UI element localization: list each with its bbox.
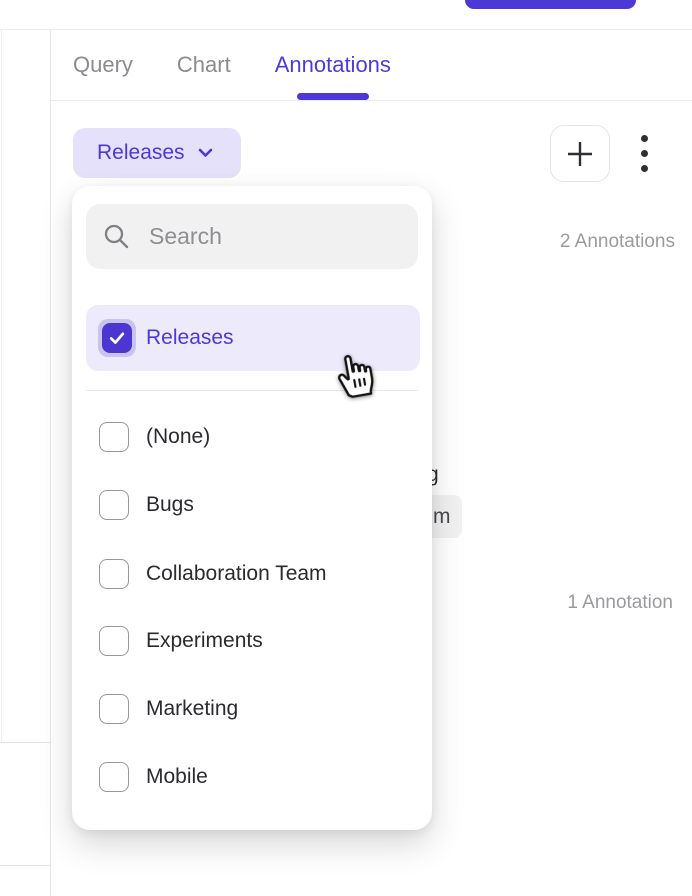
option-row-bugs[interactable]: Bugs — [86, 471, 420, 539]
checkbox-unchecked[interactable] — [99, 490, 129, 520]
option-row-releases-selected[interactable]: Releases — [86, 305, 420, 371]
checkbox-checked[interactable] — [102, 323, 132, 353]
more-options-button[interactable] — [628, 125, 660, 182]
checkbox-unchecked[interactable] — [99, 422, 129, 452]
left-rail-divider-1 — [0, 742, 50, 743]
tab-chart[interactable]: Chart — [177, 30, 231, 100]
checkbox-unchecked[interactable] — [99, 626, 129, 656]
search-input[interactable] — [149, 223, 399, 250]
option-row-mobile[interactable]: Mobile — [86, 743, 420, 811]
kebab-vertical-icon — [641, 135, 648, 142]
screen: Query Chart Annotations Releases 2 Annot… — [0, 0, 692, 896]
tab-bar: Query Chart Annotations — [51, 30, 692, 101]
releases-filter-button[interactable]: Releases — [73, 128, 241, 178]
search-icon — [103, 223, 130, 250]
annotation-count-badge: 1 Annotation — [567, 592, 673, 614]
checkbox-unchecked[interactable] — [99, 559, 129, 589]
option-label: Bugs — [146, 493, 194, 517]
tab-query-label: Query — [73, 52, 133, 78]
add-annotation-button[interactable] — [550, 125, 610, 182]
active-tab-underline — [297, 93, 369, 100]
checkbox-unchecked[interactable] — [99, 694, 129, 724]
tab-query[interactable]: Query — [73, 30, 133, 100]
option-row-marketing[interactable]: Marketing — [86, 675, 420, 743]
checkbox-unchecked[interactable] — [99, 762, 129, 792]
tab-annotations-label: Annotations — [275, 52, 391, 78]
option-label: Marketing — [146, 697, 238, 721]
option-label: (None) — [146, 425, 210, 449]
releases-filter-label: Releases — [97, 141, 185, 165]
left-panel-border — [50, 30, 51, 896]
option-row-experiments[interactable]: Experiments — [86, 607, 420, 675]
checkmark-icon — [107, 328, 127, 348]
tab-chart-label: Chart — [177, 52, 231, 78]
annotations-count-badge: 2 Annotations — [560, 231, 675, 253]
plus-icon — [564, 138, 596, 170]
option-label: Mobile — [146, 765, 208, 789]
option-row-none[interactable]: (None) — [86, 403, 420, 471]
releases-filter-dropdown: Releases (None) Bugs Collaboration Team … — [72, 186, 432, 830]
option-row-collaboration-team[interactable]: Collaboration Team — [86, 540, 420, 608]
chevron-down-icon — [198, 148, 213, 158]
tab-annotations[interactable]: Annotations — [275, 30, 391, 100]
option-label-releases: Releases — [146, 326, 234, 350]
checkbox-focus-halo — [98, 319, 136, 357]
left-rail-divider-2 — [0, 865, 50, 866]
primary-action-button-partial[interactable] — [465, 0, 636, 9]
left-edge-border — [1, 30, 2, 742]
dropdown-search-box[interactable] — [86, 204, 418, 269]
option-label: Experiments — [146, 629, 263, 653]
option-label: Collaboration Team — [146, 562, 327, 586]
dropdown-divider — [86, 390, 418, 391]
